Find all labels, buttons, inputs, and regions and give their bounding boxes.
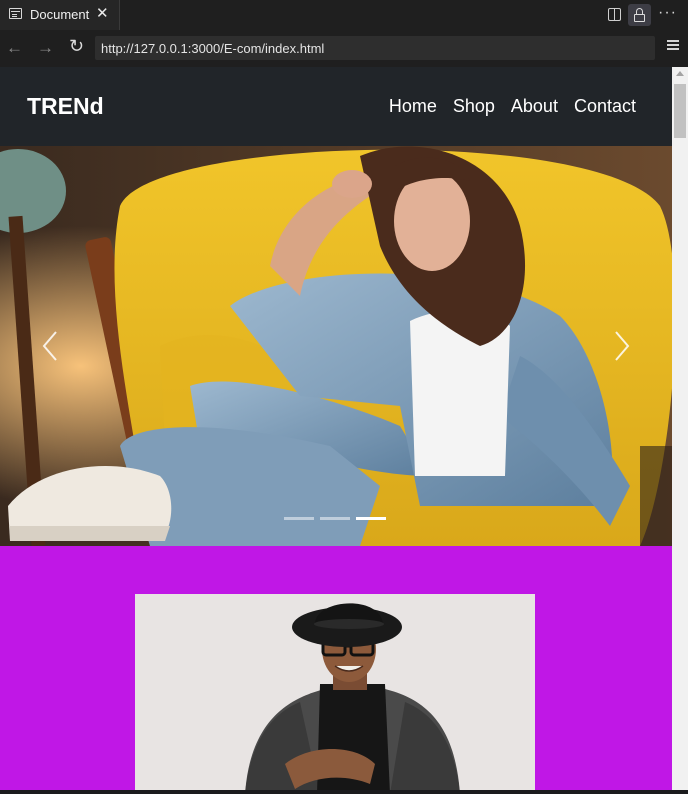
page-scrollbar[interactable] <box>672 67 688 790</box>
tab-title: Document <box>30 7 90 22</box>
chevron-left-icon[interactable] <box>36 328 66 364</box>
carousel-indicator-1[interactable] <box>284 517 314 520</box>
browser-toolbar: ← → ↻ http://127.0.0.1:3000/E-com/index.… <box>0 30 688 67</box>
page-viewport: TRENd Home Shop About Contact <box>0 67 672 790</box>
page-icon <box>9 8 22 19</box>
browser-tab-strip: Document ✕ ··· <box>0 0 688 30</box>
more-icon[interactable]: ··· <box>658 4 677 22</box>
lock-button[interactable] <box>628 4 651 26</box>
product-image[interactable] <box>135 594 535 790</box>
back-icon[interactable]: ← <box>6 38 23 58</box>
nav-link-about[interactable]: About <box>511 96 558 117</box>
split-screen-icon[interactable] <box>608 8 621 21</box>
reload-icon[interactable]: ↻ <box>69 36 84 57</box>
browser-tab[interactable]: Document ✕ <box>0 0 120 30</box>
site-header: TRENd Home Shop About Contact <box>0 67 672 146</box>
forward-icon[interactable]: → <box>37 38 54 58</box>
nav-link-shop[interactable]: Shop <box>453 96 495 117</box>
chevron-right-icon[interactable] <box>606 328 636 364</box>
scrollbar-thumb[interactable] <box>674 84 686 138</box>
lock-icon-body <box>634 14 645 22</box>
nav-link-contact[interactable]: Contact <box>574 96 636 117</box>
site-nav: Home Shop About Contact <box>389 96 636 117</box>
brand-logo[interactable]: TRENd <box>27 93 104 120</box>
hero-slide-image <box>0 146 672 546</box>
man-with-hat-photo <box>135 594 535 790</box>
carousel-indicators <box>284 517 388 520</box>
carousel-indicator-2[interactable] <box>320 517 350 520</box>
close-icon[interactable]: ✕ <box>96 5 109 23</box>
nav-link-home[interactable]: Home <box>389 96 437 117</box>
menu-icon[interactable] <box>667 44 679 46</box>
window-bottom-edge <box>0 790 688 794</box>
url-text[interactable]: http://127.0.0.1:3000/E-com/index.html <box>101 41 324 56</box>
carousel-indicator-3[interactable] <box>356 517 386 520</box>
scroll-up-icon[interactable] <box>676 71 684 76</box>
address-bar[interactable]: http://127.0.0.1:3000/E-com/index.html <box>95 36 655 60</box>
hero-carousel <box>0 146 672 546</box>
